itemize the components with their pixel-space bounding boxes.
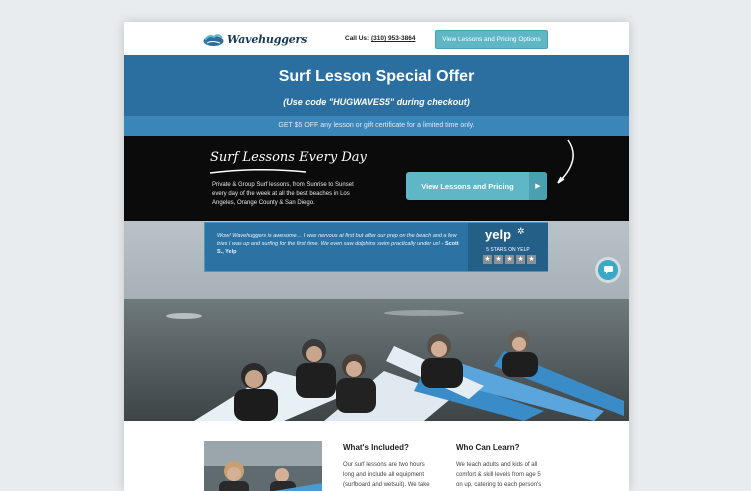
curved-arrow-icon: [557, 139, 574, 184]
offer-code: (Use code "HUGWAVES5" during checkout): [283, 97, 470, 107]
offer-banner: Surf Lesson Special Offer (Use code "HUG…: [124, 55, 629, 136]
whats-included-text: Our surf lessons are two hours long and …: [343, 460, 438, 490]
who-line: We teach adults and kids of all: [456, 462, 538, 468]
who-can-learn-text: We teach adults and kids of all comfort …: [456, 460, 551, 490]
wave-logo-icon: [203, 34, 224, 46]
cta-label: View Lessons and Pricing: [421, 181, 514, 191]
logo[interactable]: Wavehuggers: [203, 32, 307, 46]
kids-thumbnail-image: [204, 441, 322, 491]
star-icon: ★: [527, 255, 536, 264]
yelp-stars-label: 5 STARS ON YELP: [486, 247, 530, 253]
landing-page: Wavehuggers Call Us: (310) 953-3864 View…: [124, 22, 629, 491]
yelp-burst-icon: ✲: [517, 226, 525, 236]
review-text: Wow! Wavehuggers is awesome… I was nervo…: [217, 232, 462, 256]
thumbnail-photo: [204, 441, 322, 491]
hero-description: Private & Group Surf lessons, from Sunri…: [212, 182, 354, 206]
star-icon: ★: [516, 255, 525, 264]
content-section: What's Included? Our surf lessons are tw…: [124, 421, 629, 491]
site-header: Wavehuggers Call Us: (310) 953-3864 View…: [124, 22, 629, 55]
logo-text: Wavehuggers: [227, 32, 308, 46]
who-line: comfort & skill levels from age 5: [456, 472, 541, 478]
phone-link[interactable]: (310) 953-3864: [371, 35, 415, 42]
review-quote: Wow! Wavehuggers is awesome… I was nervo…: [217, 233, 457, 247]
call-label: Call Us:: [345, 35, 370, 42]
hero-section: Surf Lessons Every Day Private & Group S…: [124, 136, 629, 221]
star-icon: ★: [505, 255, 514, 264]
offer-strip: GET $5 OFF any lesson or gift certificat…: [124, 116, 629, 136]
included-line: (surfboard and wetsuit). We take: [343, 482, 430, 488]
chat-button[interactable]: [598, 260, 618, 280]
star-icon: ★: [494, 255, 503, 264]
surf-kids-photo: Wow! Wavehuggers is awesome… I was nervo…: [124, 221, 629, 421]
view-lessons-pricing-button[interactable]: View Lessons and Pricing ▶: [406, 172, 547, 200]
call-us: Call Us: (310) 953-3864: [345, 35, 415, 42]
offer-title: Surf Lesson Special Offer: [278, 68, 475, 85]
underline-swoosh-icon: [209, 169, 307, 174]
who-can-learn-heading: Who Can Learn?: [456, 443, 520, 452]
yelp-badge[interactable]: yelp ✲ 5 STARS ON YELP ★ ★ ★ ★ ★: [468, 223, 548, 271]
chat-bubble-icon: [603, 266, 613, 274]
included-line: Our surf lessons are two hours: [343, 462, 425, 468]
whats-included-heading: What's Included?: [343, 443, 409, 452]
included-line: long and include all equipment: [343, 472, 425, 478]
star-icon: ★: [483, 255, 492, 264]
yelp-review-box: Wow! Wavehuggers is awesome… I was nervo…: [204, 222, 548, 272]
yelp-logo: yelp: [485, 227, 512, 242]
hero-title: Surf Lessons Every Day: [210, 150, 367, 165]
star-rating: ★ ★ ★ ★ ★: [483, 255, 536, 264]
who-line: on up, catering to each person's: [456, 482, 542, 488]
play-arrow-icon: ▶: [529, 172, 547, 200]
view-lessons-options-button[interactable]: View Lessons and Pricing Options: [435, 30, 548, 49]
